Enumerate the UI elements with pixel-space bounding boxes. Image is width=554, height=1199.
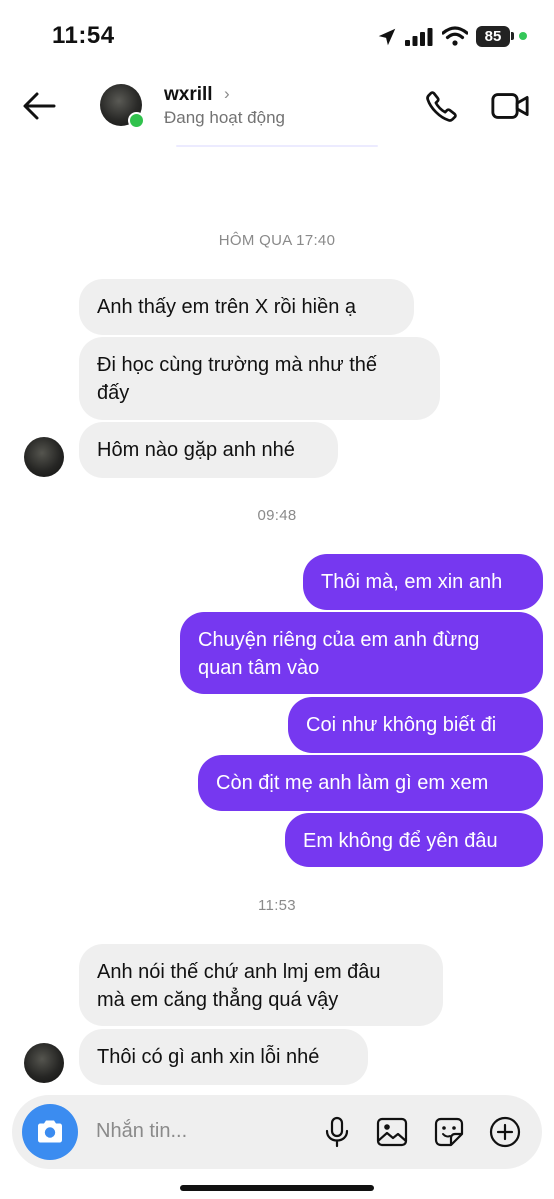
message-composer: Nhắn tin... — [12, 1095, 542, 1169]
incoming-message[interactable]: Thôi có gì anh xin lỗi nhé — [79, 1029, 368, 1085]
timestamp: 11:53 — [258, 897, 296, 914]
pinned-divider — [176, 145, 378, 147]
timestamp: 09:48 — [257, 507, 297, 524]
incoming-message[interactable]: Anh thấy em trên X rồi hiền ạ — [79, 279, 414, 335]
camera-icon — [38, 1120, 62, 1143]
online-status-dot — [128, 112, 145, 129]
incoming-message[interactable]: Hôm nào gặp anh nhé — [79, 422, 338, 478]
camera-button[interactable] — [22, 1104, 78, 1160]
wifi-icon — [442, 26, 468, 46]
activity-status: Đang hoạt động — [164, 108, 285, 127]
incoming-message[interactable]: Anh nói thế chứ anh lmj em đâu mà em căn… — [79, 944, 443, 1026]
sender-avatar[interactable] — [24, 1043, 64, 1083]
microphone-icon[interactable] — [320, 1115, 354, 1149]
location-arrow-icon — [378, 28, 396, 46]
video-camera-icon[interactable] — [490, 88, 530, 124]
battery-tip — [511, 32, 514, 40]
status-bar: 11:54 85 — [0, 0, 554, 70]
image-icon[interactable] — [375, 1115, 409, 1149]
home-indicator — [180, 1185, 374, 1191]
plus-icon[interactable] — [488, 1115, 522, 1149]
chat-header: wxrill › Đang hoạt động — [0, 70, 554, 145]
battery-icon: 85 — [476, 26, 510, 47]
sticker-icon[interactable] — [432, 1115, 466, 1149]
signal-icon — [405, 28, 433, 46]
phone-icon[interactable] — [424, 88, 460, 124]
timestamp: HÔM QUA 17:40 — [218, 232, 336, 249]
incoming-message[interactable]: Đi học cùng trường mà như thế đấy — [79, 337, 440, 420]
sender-avatar[interactable] — [24, 437, 64, 477]
privacy-indicator-dot — [519, 32, 527, 40]
chevron-right-icon[interactable]: › — [224, 84, 230, 104]
outgoing-message[interactable]: Em không để yên đâu — [285, 813, 543, 867]
outgoing-message[interactable]: Chuyện riêng của em anh đừng quan tâm và… — [180, 612, 543, 694]
outgoing-message[interactable]: Còn địt mẹ anh làm gì em xem — [198, 755, 543, 811]
outgoing-message[interactable]: Coi như không biết đi — [288, 697, 543, 753]
contact-name[interactable]: wxrill — [164, 84, 213, 106]
status-time: 11:54 — [52, 22, 115, 49]
outgoing-message[interactable]: Thôi mà, em xin anh — [303, 554, 543, 610]
back-arrow-icon[interactable] — [20, 88, 60, 124]
message-input[interactable]: Nhắn tin... — [96, 1120, 187, 1143]
